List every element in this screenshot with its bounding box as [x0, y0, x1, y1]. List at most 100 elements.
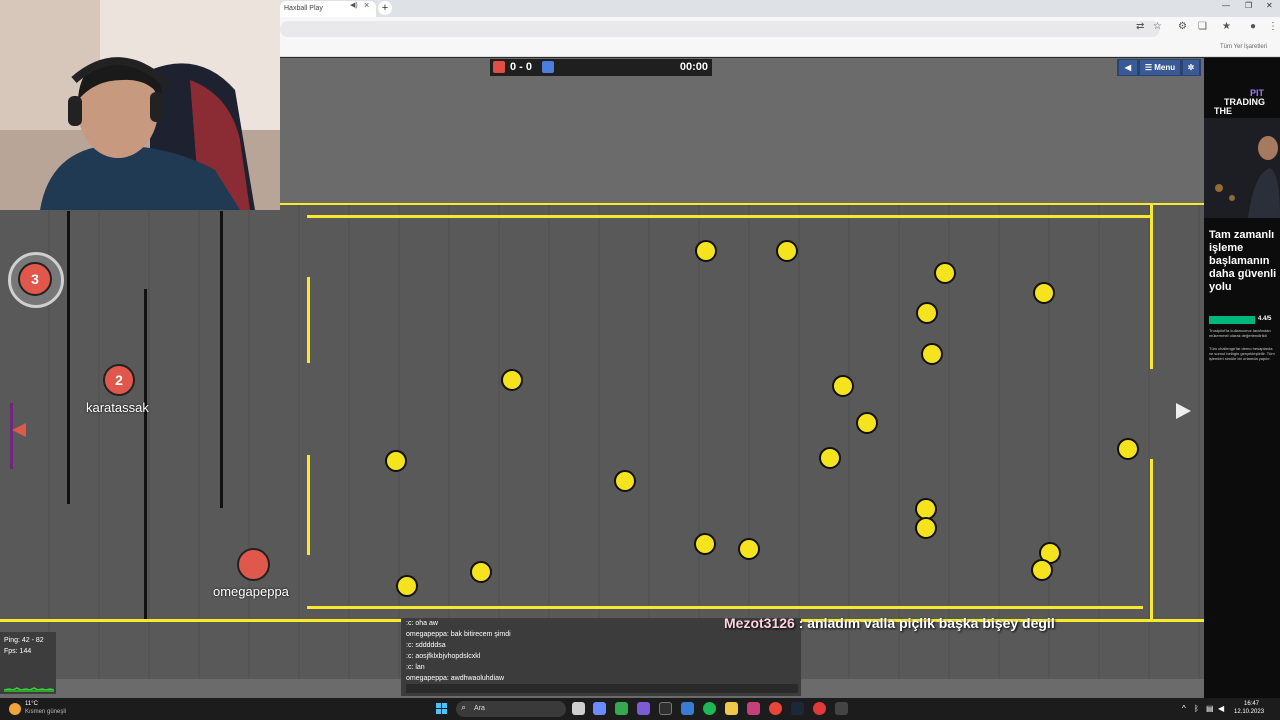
top-wall: [307, 215, 1153, 218]
bookmark-icon[interactable]: ★: [1222, 21, 1231, 32]
blue-team-icon: [542, 61, 554, 73]
own-player-name: omegapeppa: [213, 584, 289, 599]
fps-graph: [4, 687, 54, 692]
ad-rating-stars-icon: [1209, 316, 1255, 324]
app-icon[interactable]: [835, 702, 848, 715]
spotify-icon[interactable]: [703, 702, 716, 715]
pitch: 3 2 karatassak omegapeppa: [0, 203, 1204, 679]
messenger-icon[interactable]: [747, 702, 760, 715]
ad-image: [1204, 118, 1280, 218]
taskbar-search[interactable]: Ara: [456, 701, 566, 717]
ball: [396, 575, 418, 597]
close-window-icon[interactable]: ✕: [1266, 1, 1273, 10]
ball: [1117, 438, 1139, 460]
weather-desc: Kısmen güneşli: [25, 709, 67, 715]
chat-input[interactable]: [406, 684, 798, 693]
right-wall-lower: [1150, 459, 1153, 619]
tab-audio-icon[interactable]: ◀): [350, 1, 358, 9]
speaker-icon[interactable]: ◀: [1119, 60, 1137, 75]
ball: [694, 533, 716, 555]
network-icon[interactable]: ▤: [1206, 704, 1214, 713]
translate-icon[interactable]: ⇄: [1136, 21, 1144, 32]
photos-icon[interactable]: [681, 702, 694, 715]
extension-icon[interactable]: ⚙: [1178, 21, 1187, 32]
windows-start-icon[interactable]: [436, 703, 448, 715]
tab-title: Haxball Play: [284, 5, 323, 12]
all-bookmarks-link[interactable]: Tüm Yer İşaretleri: [1220, 44, 1267, 50]
menu-button[interactable]: ☰ Menu: [1140, 60, 1180, 75]
game-menu-bar: ◀ ☰ Menu ✲: [1117, 59, 1201, 76]
search-placeholder: Ara: [474, 705, 485, 712]
clock-time[interactable]: 16:47: [1244, 701, 1259, 707]
chrome-icon[interactable]: [769, 702, 782, 715]
more-icon[interactable]: ⋮: [1268, 21, 1278, 32]
ad-subtext-1: Trustpilot'ta kullanıcımız tarafından mü…: [1209, 328, 1271, 338]
screen: { "browser": { "tab_title": "Haxball Pla…: [0, 0, 1280, 720]
new-tab-button[interactable]: +: [378, 1, 392, 15]
clock-date[interactable]: 12.10.2023: [1234, 709, 1264, 715]
tray-chevron-icon[interactable]: ^: [1182, 704, 1186, 713]
right-wall-upper: [1150, 205, 1153, 369]
bookmark-star-icon[interactable]: ☆: [1153, 21, 1162, 32]
search-icon: ⌕: [461, 702, 467, 712]
ball: [470, 561, 492, 583]
ad-headline: Tam zamanlı işleme başlamanın daha güven…: [1209, 229, 1277, 293]
copilot-icon[interactable]: [593, 702, 606, 715]
own-player-disc: [237, 548, 270, 581]
chat-message: omegapeppa: awdhwaoluhdiaw: [406, 675, 505, 682]
score: 0 - 0: [510, 61, 533, 73]
profile-icon[interactable]: ●: [1250, 21, 1256, 32]
volume-icon[interactable]: ◀: [1218, 704, 1224, 713]
minimize-icon[interactable]: —: [1222, 1, 1230, 10]
ball: [695, 240, 717, 262]
taskbar: 11°C Kısmen güneşli Ara ⌕ ^ ᛒ ▤ ◀ 16:47 …: [0, 698, 1280, 720]
left-wall-lower: [307, 455, 310, 555]
ball: [856, 412, 878, 434]
game-timer: 00:00: [679, 61, 708, 73]
advertisement-panel[interactable]: PIT TRADING THE Tam zamanlı işleme başla…: [1204, 58, 1280, 698]
streamer-image: [0, 0, 280, 210]
teams-icon[interactable]: [637, 702, 650, 715]
app-icon[interactable]: [813, 702, 826, 715]
ad-rating: 4.4/5: [1258, 316, 1272, 322]
bottom-wall: [307, 606, 1143, 609]
ball: [934, 262, 956, 284]
ball: [776, 240, 798, 262]
player-name: karatassak: [86, 400, 149, 415]
steam-icon[interactable]: [791, 702, 804, 715]
ad-subtext-2: Tüm challenge'lar demo hesaplarda ve som…: [1209, 346, 1275, 361]
black-wall-2: [144, 289, 147, 619]
chat-message: :c: lan: [406, 664, 425, 671]
task-view-icon[interactable]: [572, 702, 585, 715]
tab-close-icon[interactable]: ×: [364, 0, 369, 10]
ping-readout: Ping: 42 - 82: [4, 637, 44, 644]
ad-brand-line3: THE: [1214, 106, 1232, 116]
xbox-icon[interactable]: [615, 702, 628, 715]
black-wall-1: [67, 211, 70, 504]
score-bar: 0 - 0 00:00: [490, 59, 712, 76]
app-icon[interactable]: [659, 702, 672, 715]
address-bar[interactable]: [280, 21, 1160, 37]
webcam-overlay: [0, 0, 280, 210]
browser-tab[interactable]: Haxball Play: [280, 1, 376, 17]
weather-icon[interactable]: [9, 703, 21, 715]
ball: [832, 375, 854, 397]
chat-message: :c: sdddddsa: [406, 642, 446, 649]
maximize-icon[interactable]: ❐: [1245, 1, 1252, 10]
overlay-nick: Mezot3126: [724, 615, 795, 631]
fps-readout: Fps: 144: [4, 648, 32, 655]
left-wall-upper: [307, 277, 310, 363]
chat-message: omegapeppa: bak bitirecem şimdi: [406, 631, 511, 638]
ball: [916, 302, 938, 324]
ball: [921, 343, 943, 365]
bluetooth-icon[interactable]: ᛒ: [1194, 704, 1199, 713]
file-explorer-icon[interactable]: [725, 702, 738, 715]
puzzle-icon[interactable]: ❏: [1198, 21, 1207, 32]
offscreen-player-marker: [12, 423, 26, 437]
player-3-disc: 3: [18, 262, 52, 296]
ball: [819, 447, 841, 469]
gear-icon[interactable]: ✲: [1183, 60, 1199, 75]
ball: [385, 450, 407, 472]
overlay-message: : anladım valla piçlik başka bişey degil: [798, 615, 1055, 631]
player-2-disc: 2: [103, 364, 135, 396]
